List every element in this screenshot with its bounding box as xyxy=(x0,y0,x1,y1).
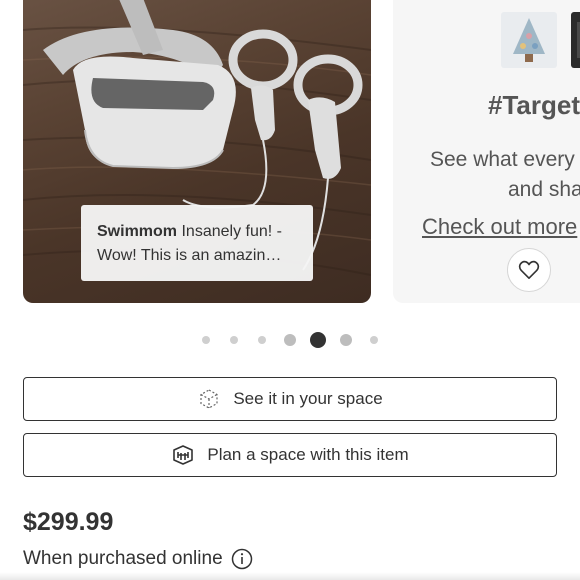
purchase-note-text: When purchased online xyxy=(23,548,223,569)
social-description: See what every xyxy=(430,148,575,171)
review-text-line2: Wow! This is an amazin… xyxy=(97,247,282,264)
social-title: #Target xyxy=(488,90,580,120)
plan-a-space-button[interactable]: Plan a space with this item xyxy=(23,433,557,477)
carousel-dot[interactable] xyxy=(284,334,296,346)
info-icon[interactable] xyxy=(231,548,253,570)
image-carousel[interactable]: Swimmom Insanely fun! - Wow! This is an … xyxy=(0,0,580,320)
review-author: Swimmom xyxy=(97,223,178,240)
carousel-dot[interactable] xyxy=(202,336,210,344)
carousel-dot-active[interactable] xyxy=(310,332,326,348)
plan-a-space-label: Plan a space with this item xyxy=(207,445,409,464)
social-card: #Target See what every and sha Check out… xyxy=(393,0,580,303)
photo-thumbnail xyxy=(571,12,580,68)
christmas-tree-thumbnail xyxy=(501,12,557,68)
review-text-line1: Insanely fun! - xyxy=(181,223,282,240)
product-price: $299.99 xyxy=(23,508,114,536)
carousel-dot[interactable] xyxy=(258,336,266,344)
room-planner-icon xyxy=(171,443,195,467)
heart-icon xyxy=(518,260,540,279)
social-thumbnail[interactable] xyxy=(571,12,580,68)
carousel-pagination xyxy=(0,330,580,350)
bottom-edge xyxy=(0,572,580,580)
check-out-more-link[interactable]: Check out more xyxy=(422,214,577,240)
social-thumbnail[interactable] xyxy=(501,12,557,68)
purchase-note: When purchased online xyxy=(23,548,253,570)
carousel-dot[interactable] xyxy=(370,336,378,344)
carousel-dot[interactable] xyxy=(340,334,352,346)
see-it-in-your-space-label: See it in your space xyxy=(233,389,383,408)
see-it-in-your-space-button[interactable]: See it in your space xyxy=(23,377,557,421)
social-description: and sha xyxy=(508,178,580,201)
favorite-button[interactable] xyxy=(507,248,551,292)
carousel-dot[interactable] xyxy=(230,336,238,344)
review-snippet[interactable]: Swimmom Insanely fun! - Wow! This is an … xyxy=(81,205,313,281)
ar-cube-icon xyxy=(197,387,221,411)
